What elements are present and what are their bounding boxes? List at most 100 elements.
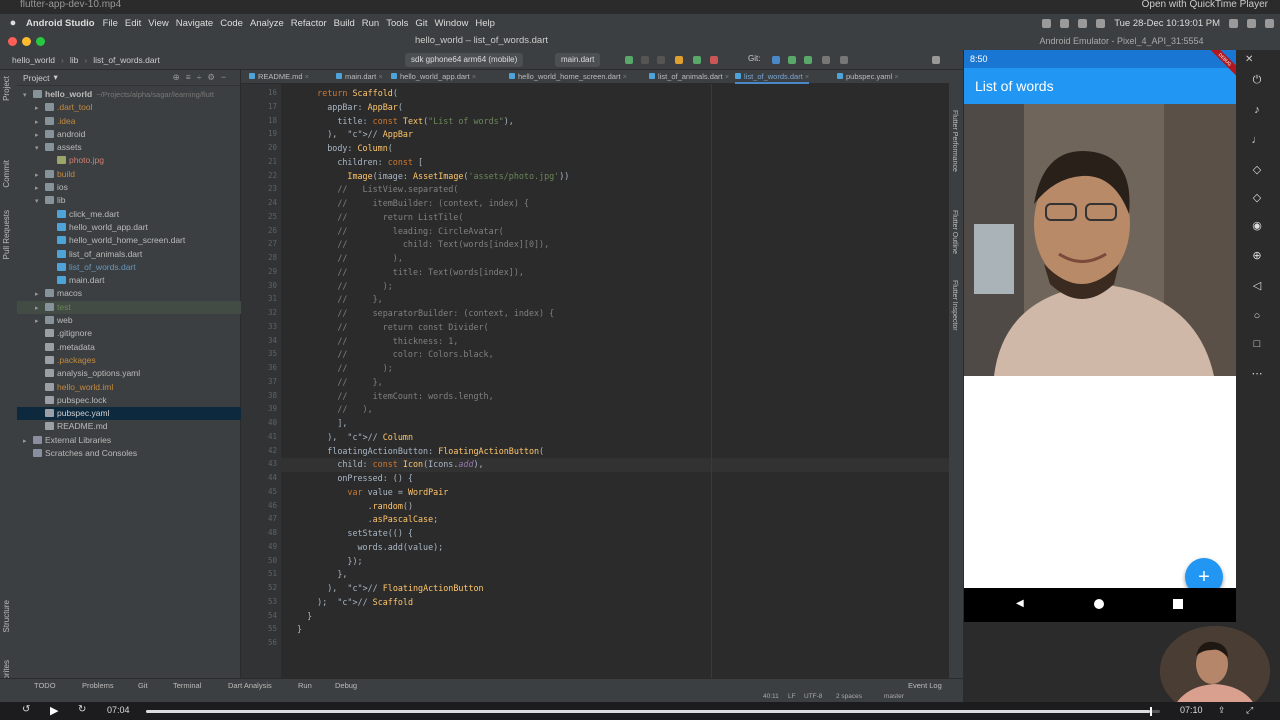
structure-tool-tab[interactable]: Structure — [2, 600, 11, 632]
git-tab[interactable]: Git — [138, 681, 148, 690]
editor-tab[interactable]: hello_world_home_screen.dart × — [509, 70, 627, 84]
tray-icon[interactable] — [1078, 18, 1088, 28]
back-icon[interactable]: ◁ — [1251, 280, 1263, 292]
code-editor[interactable]: return Scaffold( appBar: AppBar( title: … — [281, 84, 949, 680]
overview-icon[interactable]: □ — [1251, 338, 1263, 350]
play-icon[interactable]: ▶ — [50, 704, 58, 717]
minimize-window-button[interactable] — [22, 37, 31, 46]
tray-icon[interactable] — [1096, 18, 1106, 28]
tree-item[interactable]: ▸ build — [17, 168, 241, 181]
close-tab-icon[interactable]: × — [621, 72, 627, 81]
rotate-right-icon[interactable]: ◇ — [1251, 192, 1263, 204]
flutter-outline-tab[interactable]: Flutter Outline — [951, 210, 958, 254]
search-icon[interactable] — [1247, 18, 1256, 28]
tree-item[interactable]: list_of_words.dart — [17, 261, 241, 274]
flutter-inspector-tab[interactable]: Flutter Inspector — [951, 280, 958, 331]
apple-icon[interactable]: ● — [0, 17, 26, 29]
tree-item[interactable]: ▾ hello_world ~/Projects/alpha/sagar/learn… — [17, 88, 241, 101]
tree-item[interactable]: ▸ macos — [17, 287, 241, 300]
menu-file[interactable]: File — [103, 18, 118, 29]
stop-icon[interactable] — [710, 56, 718, 64]
tree-item[interactable]: list_of_animals.dart — [17, 248, 241, 261]
tree-item[interactable]: ▾ assets — [17, 141, 241, 154]
tree-item[interactable]: click_me.dart — [17, 208, 241, 221]
editor-tab[interactable]: README.md × — [249, 70, 309, 84]
line-separator[interactable]: LF — [788, 693, 796, 700]
home-icon[interactable] — [1094, 599, 1104, 609]
phone-screen[interactable]: 8:50 List of words DEBUG + ◀ — [964, 50, 1236, 622]
back-icon[interactable]: ◀ — [1016, 598, 1024, 609]
recents-icon[interactable] — [1173, 599, 1183, 609]
editor-tab[interactable]: list_of_animals.dart × — [649, 70, 729, 84]
open-with-quicktime-button[interactable]: Open with QuickTime Player — [1142, 0, 1268, 10]
panel-actions-icons[interactable]: ⊕≡÷⚙− — [173, 72, 232, 83]
expand-arrow-icon[interactable]: ▸ — [35, 129, 45, 142]
event-log-tab[interactable]: Event Log — [908, 681, 942, 690]
debug-icon[interactable] — [641, 56, 649, 64]
expand-arrow-icon[interactable]: ▸ — [35, 302, 45, 315]
terminal-tab[interactable]: Terminal — [173, 681, 201, 690]
expand-arrow-icon[interactable]: ▸ — [35, 169, 45, 182]
chevron-down-icon[interactable]: ▾ — [53, 72, 57, 83]
close-tab-icon[interactable]: × — [376, 72, 382, 81]
menu-refactor[interactable]: Refactor — [291, 18, 327, 29]
menu-edit[interactable]: Edit — [125, 18, 141, 29]
menu-tools[interactable]: Tools — [386, 18, 408, 29]
run-config-selector[interactable]: main.dart — [555, 53, 601, 67]
close-tab-icon[interactable]: × — [470, 72, 476, 81]
tree-item[interactable]: .packages — [17, 354, 241, 367]
tree-item[interactable]: README.md — [17, 420, 241, 433]
tree-item[interactable]: hello_world.iml — [17, 381, 241, 394]
expand-arrow-icon[interactable]: ▸ — [35, 288, 45, 301]
device-selector[interactable]: sdk gphone64 arm64 (mobile) — [405, 53, 524, 67]
menu-run[interactable]: Run — [362, 18, 379, 29]
editor-tab[interactable]: pubspec.yaml × — [837, 70, 899, 84]
scrub-handle[interactable] — [1149, 707, 1152, 716]
git-commit-icon[interactable] — [788, 56, 796, 64]
tree-item[interactable]: ▸ .dart_tool — [17, 101, 241, 114]
progress-bar[interactable] — [146, 707, 1160, 716]
close-window-button[interactable] — [8, 37, 17, 46]
editor-tab[interactable]: hello_world_app.dart × — [391, 70, 476, 84]
volume-down-icon[interactable]: ♩ — [1251, 134, 1263, 146]
breadcrumb-file[interactable]: list_of_words.dart — [93, 55, 160, 65]
tree-item[interactable]: ▾ lib — [17, 194, 241, 207]
menu-git[interactable]: Git — [415, 18, 427, 29]
expand-arrow-icon[interactable]: ▸ — [35, 102, 45, 115]
dart-analysis-tab[interactable]: Dart Analysis — [228, 681, 272, 690]
maximize-window-button[interactable] — [36, 37, 45, 46]
more-icon[interactable]: ⋯ — [1251, 368, 1263, 380]
menu-code[interactable]: Code — [220, 18, 243, 29]
project-view-selector[interactable]: Project — [23, 73, 49, 83]
tree-item[interactable]: hello_world_home_screen.dart — [17, 234, 241, 247]
expand-arrow-icon[interactable]: ▸ — [23, 435, 33, 448]
expand-arrow-icon[interactable]: ▾ — [35, 195, 45, 208]
menu-clock[interactable]: Tue 28-Dec 10:19:01 PM — [1114, 18, 1220, 29]
rotate-left-icon[interactable]: ◇ — [1251, 164, 1263, 176]
close-tab-icon[interactable]: × — [892, 72, 898, 81]
debug-tab[interactable]: Debug — [335, 681, 357, 690]
file-encoding[interactable]: UTF-8 — [804, 693, 822, 700]
app-menu[interactable]: Android Studio — [26, 18, 95, 29]
menu-analyze[interactable]: Analyze — [250, 18, 284, 29]
forward-icon[interactable]: ↻ — [78, 704, 86, 715]
search-everywhere-icon[interactable] — [932, 56, 940, 64]
expand-arrow-icon[interactable]: ▸ — [35, 315, 45, 328]
share-icon[interactable]: ⇪ — [1218, 705, 1226, 716]
tray-icon[interactable] — [1060, 18, 1070, 28]
breadcrumb-project[interactable]: hello_world — [12, 55, 55, 65]
tree-item[interactable]: pubspec.lock — [17, 394, 241, 407]
menu-build[interactable]: Build — [334, 18, 355, 29]
tree-item[interactable]: .gitignore — [17, 327, 241, 340]
volume-up-icon[interactable]: ♪ — [1251, 104, 1263, 116]
hot-restart-icon[interactable] — [693, 56, 701, 64]
rewind-icon[interactable]: ↺ — [22, 704, 30, 715]
history-icon[interactable] — [822, 56, 830, 64]
caret-position[interactable]: 40:11 — [763, 693, 779, 700]
tree-item[interactable]: Scratches and Consoles — [17, 447, 241, 460]
todo-tab[interactable]: TODO — [34, 681, 56, 690]
zoom-icon[interactable]: ⊕ — [1251, 250, 1263, 262]
problems-tab[interactable]: Problems — [82, 681, 114, 690]
close-icon[interactable]: ✕ — [1245, 54, 1253, 65]
hot-reload-icon[interactable] — [675, 56, 683, 64]
